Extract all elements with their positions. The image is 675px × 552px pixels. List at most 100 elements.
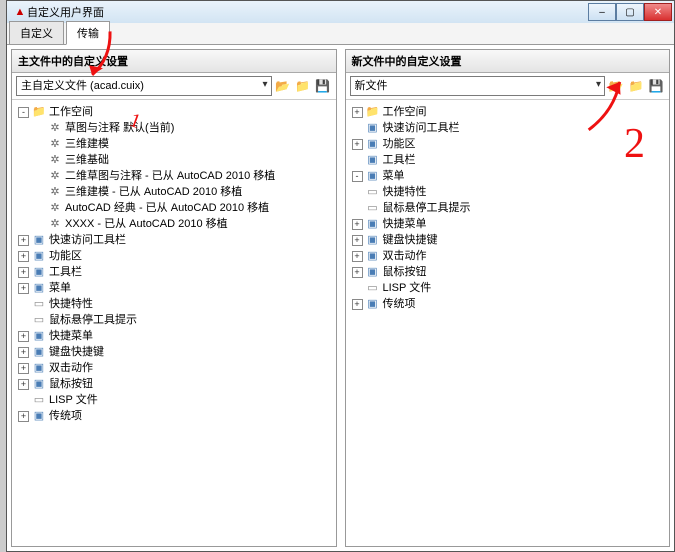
right-file-select-wrap[interactable]: 新文件 xyxy=(350,76,606,96)
expand-toggle[interactable]: + xyxy=(352,219,363,230)
tree-item[interactable]: ✲三维建模 xyxy=(32,136,334,152)
tree-item[interactable]: +▣快捷菜单 xyxy=(350,216,668,232)
expand-toggle[interactable]: + xyxy=(18,267,29,278)
gear-icon: ✲ xyxy=(48,169,62,183)
gear-icon: ✲ xyxy=(48,137,62,151)
item-icon: ▣ xyxy=(366,249,380,263)
tree-item[interactable]: ▣快速访问工具栏 xyxy=(350,120,668,136)
right-tree[interactable]: +📁工作空间▣快速访问工具栏+▣功能区▣工具栏-▣菜单▭快捷特性▭鼠标悬停工具提… xyxy=(346,100,670,546)
save-icon[interactable]: 💾 xyxy=(314,77,332,95)
window-title: 自定义用户界面 xyxy=(27,4,588,20)
tree-item[interactable]: +▣快捷菜单 xyxy=(16,328,334,344)
tree-item[interactable]: ✲草图与注释 默认(当前) xyxy=(32,120,334,136)
item-icon: ▣ xyxy=(366,233,380,247)
expand-toggle[interactable]: + xyxy=(18,331,29,342)
tree-item-label: 快捷菜单 xyxy=(383,216,427,232)
tree-item-label: XXXX - 已从 AutoCAD 2010 移植 xyxy=(65,216,228,232)
expand-toggle xyxy=(352,187,363,198)
tree-item[interactable]: +▣菜单 xyxy=(16,280,334,296)
expand-toggle[interactable]: + xyxy=(352,299,363,310)
tree-item-label: 工作空间 xyxy=(49,104,93,120)
tree-item[interactable]: +📁工作空间 xyxy=(350,104,668,120)
expand-toggle[interactable]: + xyxy=(352,251,363,262)
tree-item-label: 鼠标悬停工具提示 xyxy=(49,312,137,328)
tree-item-label: 菜单 xyxy=(383,168,405,184)
sheet-icon: ▭ xyxy=(366,281,380,295)
tree-item[interactable]: +▣快速访问工具栏 xyxy=(16,232,334,248)
tree-item[interactable]: ▭LISP 文件 xyxy=(16,392,334,408)
tree-item[interactable]: ▭快捷特性 xyxy=(16,296,334,312)
save-icon[interactable]: 💾 xyxy=(647,77,665,95)
tab-customize[interactable]: 自定义 xyxy=(9,21,64,44)
expand-toggle[interactable]: + xyxy=(18,283,29,294)
expand-toggle xyxy=(352,123,363,134)
tree-item[interactable]: -▣菜单 xyxy=(350,168,668,184)
expand-toggle[interactable]: + xyxy=(18,235,29,246)
expand-toggle xyxy=(34,123,45,134)
expand-toggle[interactable]: + xyxy=(18,411,29,422)
tree-item[interactable]: ✲AutoCAD 经典 - 已从 AutoCAD 2010 移植 xyxy=(32,200,334,216)
expand-toggle[interactable]: + xyxy=(18,363,29,374)
tree-item[interactable]: ▭鼠标悬停工具提示 xyxy=(16,312,334,328)
expand-toggle[interactable]: + xyxy=(18,347,29,358)
item-icon: ▣ xyxy=(32,345,46,359)
left-tree[interactable]: -📁工作空间✲草图与注释 默认(当前)✲三维建模✲三维基础✲二维草图与注释 - … xyxy=(12,100,336,546)
tree-item[interactable]: +▣键盘快捷键 xyxy=(16,344,334,360)
expand-toggle[interactable]: + xyxy=(352,107,363,118)
tree-item[interactable]: +▣键盘快捷键 xyxy=(350,232,668,248)
tree-item-label: 草图与注释 默认(当前) xyxy=(65,120,174,136)
expand-toggle[interactable]: + xyxy=(352,139,363,150)
tree-item[interactable]: +▣传统项 xyxy=(16,408,334,424)
expand-toggle xyxy=(352,283,363,294)
tree-item-label: 键盘快捷键 xyxy=(383,232,438,248)
expand-toggle[interactable]: - xyxy=(18,107,29,118)
expand-toggle[interactable]: + xyxy=(352,267,363,278)
expand-toggle xyxy=(34,219,45,230)
item-icon: ▣ xyxy=(366,137,380,151)
tree-item-label: 双击动作 xyxy=(383,248,427,264)
expand-toggle[interactable]: + xyxy=(18,251,29,262)
tree-item[interactable]: ▭LISP 文件 xyxy=(350,280,668,296)
tree-item[interactable]: +▣双击动作 xyxy=(350,248,668,264)
expand-toggle[interactable]: - xyxy=(352,171,363,182)
tree-item[interactable]: ✲XXXX - 已从 AutoCAD 2010 移植 xyxy=(32,216,334,232)
folder-open-icon[interactable]: 📂 xyxy=(607,77,625,95)
expand-toggle xyxy=(34,187,45,198)
tree-item-label: 鼠标悬停工具提示 xyxy=(383,200,471,216)
maximize-button[interactable]: ▢ xyxy=(616,3,644,21)
tab-transfer[interactable]: 传输 xyxy=(66,21,110,45)
tree-item-label: 快捷特性 xyxy=(49,296,93,312)
tree-item[interactable]: +▣双击动作 xyxy=(16,360,334,376)
tree-item[interactable]: +▣传统项 xyxy=(350,296,668,312)
folder-icon[interactable]: 📁 xyxy=(294,77,312,95)
tree-item[interactable]: +▣功能区 xyxy=(16,248,334,264)
tree-item[interactable]: ▣工具栏 xyxy=(350,152,668,168)
right-file-select[interactable]: 新文件 xyxy=(350,76,606,96)
expand-toggle xyxy=(34,139,45,150)
tree-item[interactable]: +▣鼠标按钮 xyxy=(350,264,668,280)
tree-item[interactable]: ✲三维建模 - 已从 AutoCAD 2010 移植 xyxy=(32,184,334,200)
item-icon: ▣ xyxy=(366,121,380,135)
tree-item[interactable]: ▭鼠标悬停工具提示 xyxy=(350,200,668,216)
item-icon: ▣ xyxy=(366,169,380,183)
item-icon: ▣ xyxy=(32,361,46,375)
gear-icon: ✲ xyxy=(48,185,62,199)
tree-item[interactable]: +▣工具栏 xyxy=(16,264,334,280)
folder-open-icon[interactable]: 📂 xyxy=(274,77,292,95)
tree-item[interactable]: ▭快捷特性 xyxy=(350,184,668,200)
left-file-select-wrap[interactable]: 主自定义文件 (acad.cuix) xyxy=(16,76,272,96)
left-file-select[interactable]: 主自定义文件 (acad.cuix) xyxy=(16,76,272,96)
gear-icon: ✲ xyxy=(48,217,62,231)
tree-item[interactable]: -📁工作空间✲草图与注释 默认(当前)✲三维建模✲三维基础✲二维草图与注释 - … xyxy=(16,104,334,232)
tree-item-label: 二维草图与注释 - 已从 AutoCAD 2010 移植 xyxy=(65,168,275,184)
tree-item-label: 快速访问工具栏 xyxy=(49,232,126,248)
folder-icon[interactable]: 📁 xyxy=(627,77,645,95)
close-button[interactable]: ✕ xyxy=(644,3,672,21)
tree-item[interactable]: +▣鼠标按钮 xyxy=(16,376,334,392)
expand-toggle[interactable]: + xyxy=(352,235,363,246)
tree-item[interactable]: +▣功能区 xyxy=(350,136,668,152)
tree-item[interactable]: ✲三维基础 xyxy=(32,152,334,168)
minimize-button[interactable]: – xyxy=(588,3,616,21)
tree-item[interactable]: ✲二维草图与注释 - 已从 AutoCAD 2010 移植 xyxy=(32,168,334,184)
expand-toggle[interactable]: + xyxy=(18,379,29,390)
